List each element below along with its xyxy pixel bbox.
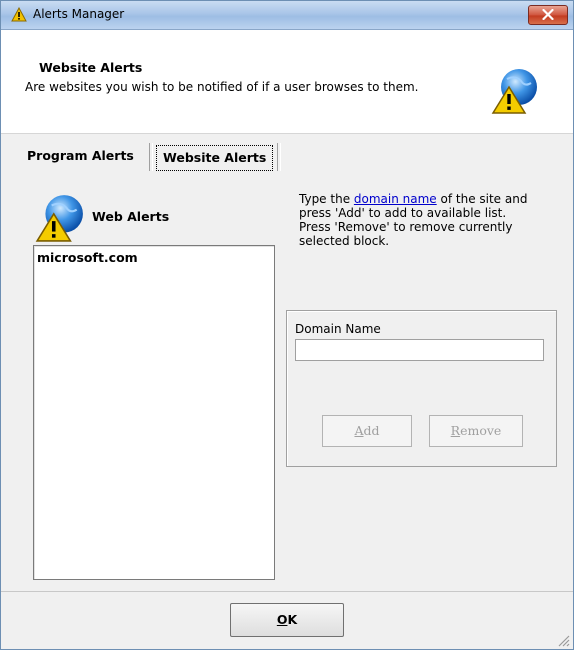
globe-warning-icon — [491, 67, 539, 115]
tab-website-alerts[interactable]: Website Alerts — [156, 145, 274, 171]
add-label-rest: dd — [363, 423, 380, 438]
remove-label-rest: emove — [460, 423, 502, 438]
globe-warning-icon — [35, 193, 85, 243]
alerts-manager-window: Alerts Manager Website Alerts Are websit… — [0, 0, 574, 650]
close-button[interactable] — [528, 5, 568, 25]
ok-accelerator: O — [276, 612, 288, 627]
header-panel: Website Alerts Are websites you wish to … — [1, 30, 573, 134]
resize-grip-icon[interactable] — [556, 633, 570, 647]
remove-button[interactable]: Remove — [429, 415, 523, 447]
add-button[interactable]: Add — [322, 415, 412, 447]
tab-program-alerts[interactable]: Program Alerts — [27, 141, 134, 171]
web-alerts-label: Web Alerts — [92, 209, 170, 224]
domain-name-label: Domain Name — [295, 322, 381, 336]
remove-accelerator: R — [450, 423, 461, 438]
warning-icon — [11, 6, 27, 23]
footer-divider — [1, 591, 573, 592]
title-bar[interactable]: Alerts Manager — [1, 1, 573, 30]
header-description: Are websites you wish to be notified of … — [25, 80, 419, 94]
help-line2: Press 'Remove' to remove currently selec… — [299, 220, 513, 248]
web-alerts-list[interactable]: microsoft.com — [33, 245, 275, 580]
help-line1-prefix: Type the — [299, 192, 354, 206]
header-title: Website Alerts — [39, 60, 143, 75]
domain-name-link[interactable]: domain name — [354, 192, 437, 206]
domain-name-input[interactable] — [295, 339, 544, 361]
add-accelerator: A — [354, 423, 364, 438]
help-text: Type the domain name of the site and pre… — [299, 192, 549, 248]
list-item[interactable]: microsoft.com — [37, 250, 138, 265]
ok-label-rest: K — [287, 612, 298, 627]
tab-separator — [277, 143, 281, 171]
tab-separator — [149, 143, 153, 171]
close-icon — [542, 9, 554, 20]
window-title: Alerts Manager — [33, 7, 125, 21]
ok-button[interactable]: OK — [230, 603, 344, 637]
